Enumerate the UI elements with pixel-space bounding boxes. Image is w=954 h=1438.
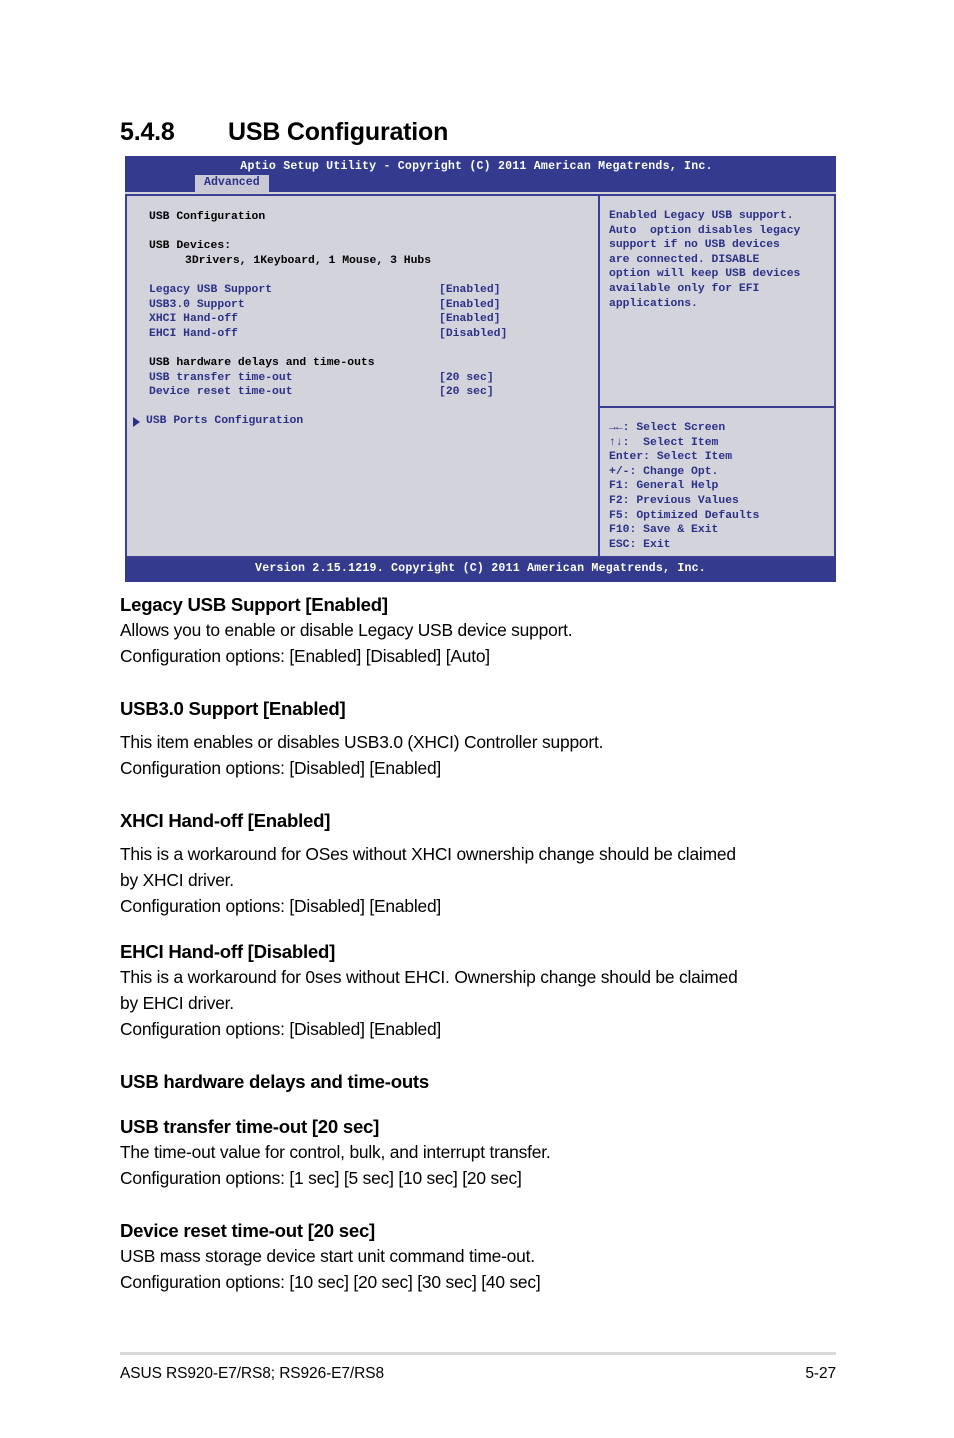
setting-row-ehci-hand-off[interactable]: EHCI Hand-off [Disabled] [127, 327, 598, 342]
help-text-box: Enabled Legacy USB support. Auto option … [599, 196, 834, 408]
help-line: available only for EFI [609, 282, 760, 295]
submenu-usb-ports-configuration[interactable]: USB Ports Configuration [127, 414, 598, 429]
key-legend-line: ↑↓: Select Item [609, 436, 719, 449]
submenu-label: USB Ports Configuration [146, 415, 304, 428]
setting-row-xhci-hand-off[interactable]: XHCI Hand-off [Enabled] [127, 312, 598, 327]
key-legend-line: F2: Previous Values [609, 494, 739, 507]
setting-value: [Enabled] [439, 298, 501, 311]
key-legend-line: F5: Optimized Defaults [609, 509, 760, 522]
help-line: are connected. DISABLE [609, 253, 760, 266]
help-line: Auto option disables legacy [609, 224, 801, 237]
section-number: 5.4.8 [120, 118, 175, 146]
item-heading: Device reset time-out [20 sec] [120, 1220, 375, 1241]
footer-product-name: ASUS RS920-E7/RS8; RS926-E7/RS8 [120, 1365, 384, 1382]
bios-side-panel: Enabled Legacy USB support. Auto option … [599, 194, 836, 559]
setting-label: USB3.0 Support [149, 298, 245, 311]
setting-label: Device reset time-out [149, 386, 293, 399]
setting-label: XHCI Hand-off [149, 313, 238, 326]
setting-value: [20 sec] [439, 371, 494, 384]
item-heading: USB hardware delays and time-outs [120, 1071, 429, 1092]
bios-screen-title: USB Configuration [149, 211, 266, 223]
setting-value: [Disabled] [439, 327, 508, 340]
item-device-reset-time-out: Device reset time-out [20 sec] USB mass … [120, 1218, 836, 1295]
item-ehci-hand-off: EHCI Hand-off [Disabled] This is a worka… [120, 939, 836, 1042]
group-heading-delays: USB hardware delays and time-outs [149, 356, 375, 369]
item-line: Configuration options: [Enabled] [Disabl… [120, 646, 490, 666]
help-line: Enabled Legacy USB support. [609, 210, 794, 222]
item-line: Configuration options: [1 sec] [5 sec] [… [120, 1168, 522, 1188]
setting-value: [Enabled] [439, 283, 501, 296]
key-legend-line: F10: Save & Exit [609, 524, 719, 537]
item-usb-hardware-delays: USB hardware delays and time-outs [120, 1069, 836, 1094]
item-heading: USB3.0 Support [Enabled] [120, 698, 346, 719]
bios-body: USB Configuration USB Devices: 3Drivers,… [125, 192, 836, 559]
item-line: Configuration options: [Disabled] [Enabl… [120, 896, 442, 916]
setting-row-usb-transfer-time-out[interactable]: USB transfer time-out [20 sec] [127, 371, 598, 386]
item-heading: USB transfer time-out [20 sec] [120, 1116, 380, 1137]
item-line: USB mass storage device start unit comma… [120, 1246, 535, 1266]
setting-row-device-reset-time-out[interactable]: Device reset time-out [20 sec] [127, 385, 598, 400]
help-line: applications. [609, 297, 698, 310]
item-usb-transfer-time-out: USB transfer time-out [20 sec] The time-… [120, 1114, 836, 1191]
key-legend-line: →←: Select Screen [609, 422, 726, 434]
setting-label: USB transfer time-out [149, 371, 293, 384]
setting-value: [20 sec] [439, 386, 494, 399]
footer-page-number: 5-27 [805, 1365, 836, 1382]
item-line: Configuration options: [Disabled] [Enabl… [120, 758, 442, 778]
bios-screenshot: Aptio Setup Utility - Copyright (C) 2011… [125, 156, 836, 582]
item-line: Allows you to enable or disable Legacy U… [120, 620, 573, 640]
item-heading: Legacy USB Support [Enabled] [120, 594, 388, 615]
help-line: support if no USB devices [609, 239, 780, 252]
item-line: Configuration options: [Disabled] [Enabl… [120, 1019, 442, 1039]
footer-divider [120, 1352, 836, 1355]
setting-row-legacy-usb-support[interactable]: Legacy USB Support [Enabled] [127, 283, 598, 298]
key-legend-line: +/-: Change Opt. [609, 465, 719, 478]
item-line: Configuration options: [10 sec] [20 sec]… [120, 1272, 541, 1292]
key-legend-line: Enter: Select Item [609, 451, 733, 464]
item-usb30-support: USB3.0 Support [Enabled] This item enabl… [120, 696, 836, 781]
bios-title-text: Aptio Setup Utility - Copyright (C) 2011… [240, 160, 713, 173]
item-line: The time-out value for control, bulk, an… [120, 1142, 551, 1162]
item-line: This is a workaround for 0ses without EH… [120, 967, 738, 987]
tab-advanced[interactable]: Advanced [195, 175, 269, 193]
body-content: Legacy USB Support [Enabled] Allows you … [120, 592, 836, 1295]
bios-settings-panel: USB Configuration USB Devices: 3Drivers,… [125, 194, 599, 559]
usb-devices-label: USB Devices: [149, 240, 232, 253]
item-line: This item enables or disables USB3.0 (XH… [120, 732, 604, 752]
bios-version-footer: Version 2.15.1219. Copyright (C) 2011 Am… [125, 558, 836, 582]
usb-devices-value: 3Drivers, 1Keyboard, 1 Mouse, 3 Hubs [185, 254, 432, 267]
item-line: by EHCI driver. [120, 993, 234, 1013]
item-line: by XHCI driver. [120, 870, 234, 890]
setting-row-usb30-support[interactable]: USB3.0 Support [Enabled] [127, 298, 598, 313]
key-legend-box: →←: Select Screen ↑↓: Select Item Enter:… [599, 408, 834, 557]
item-heading: EHCI Hand-off [Disabled] [120, 941, 336, 962]
triangle-right-icon [133, 417, 140, 428]
key-legend-line: ESC: Exit [609, 538, 671, 551]
item-xhci-hand-off: XHCI Hand-off [Enabled] This is a workar… [120, 808, 836, 919]
item-line: This is a workaround for OSes without XH… [120, 844, 736, 864]
setting-label: Legacy USB Support [149, 283, 273, 296]
setting-label: EHCI Hand-off [149, 327, 238, 340]
setting-value: [Enabled] [439, 313, 501, 326]
page-title: 5.4.8 USB Configuration [120, 118, 448, 147]
help-line: option will keep USB devices [609, 268, 801, 281]
document-page: 5.4.8 USB Configuration Aptio Setup Util… [0, 0, 954, 1438]
key-legend-line: F1: General Help [609, 480, 719, 493]
item-heading: XHCI Hand-off [Enabled] [120, 810, 331, 831]
section-title: USB Configuration [228, 118, 449, 146]
item-legacy-usb-support: Legacy USB Support [Enabled] Allows you … [120, 592, 836, 669]
bios-titlebar: Aptio Setup Utility - Copyright (C) 2011… [125, 156, 836, 193]
